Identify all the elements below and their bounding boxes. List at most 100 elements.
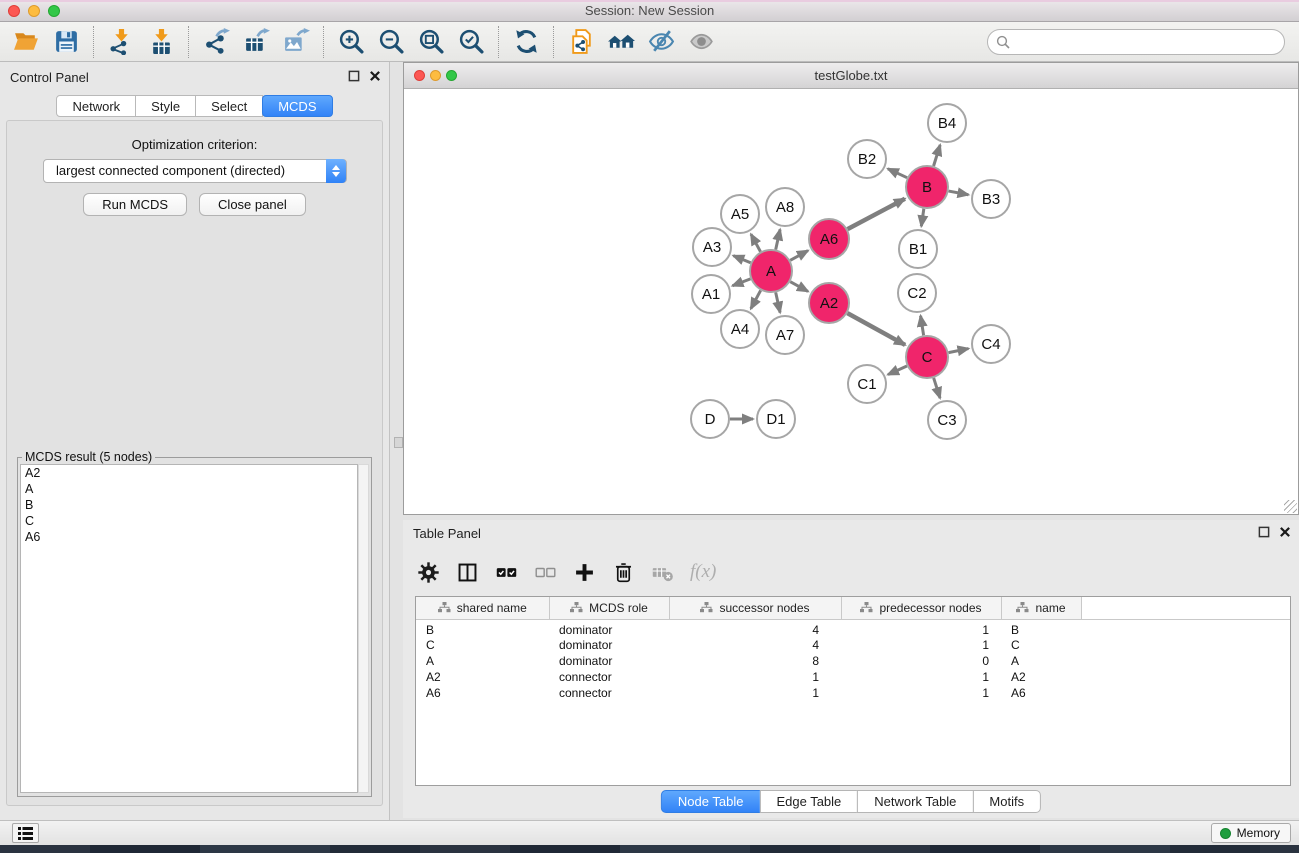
hide-panel-button[interactable] [641, 25, 681, 59]
show-panel-button[interactable] [681, 25, 721, 59]
export-table-button[interactable] [236, 25, 276, 59]
column-header-filler [1081, 597, 1290, 619]
result-list-item[interactable]: A2 [21, 465, 357, 481]
column-header[interactable]: shared name [416, 597, 549, 619]
graph-edge-A-A4[interactable] [751, 290, 761, 308]
graph-edge-C-C2[interactable] [921, 316, 924, 336]
column-header[interactable]: name [1001, 597, 1081, 619]
save-session-button[interactable] [46, 25, 86, 59]
show-columns-button[interactable] [456, 561, 479, 584]
tab-edge-table[interactable]: Edge Table [759, 790, 858, 813]
mcds-result-group: MCDS result (5 nodes) A2ABCA6 [17, 457, 372, 797]
refresh-button[interactable] [506, 25, 546, 59]
tab-network[interactable]: Network [56, 95, 136, 117]
search-box[interactable] [987, 29, 1285, 55]
home-view-button[interactable] [601, 25, 641, 59]
graph-node-label: A5 [731, 206, 749, 223]
delete-table-button[interactable] [651, 561, 674, 584]
session-title: Session: New Session [0, 3, 1299, 18]
criterion-dropdown[interactable]: largest connected component (directed) [43, 159, 347, 183]
network-window-title: testGlobe.txt [404, 68, 1298, 83]
result-list-item[interactable]: B [21, 497, 357, 513]
graph-node-label: B1 [909, 241, 927, 258]
graph-edge-A-A2[interactable] [790, 282, 808, 292]
task-history-button[interactable] [12, 823, 39, 843]
table-row[interactable]: Cdominator41C [416, 637, 1290, 653]
zoom-selected-icon [458, 28, 485, 55]
graph-edge-A-A6[interactable] [790, 251, 808, 261]
refresh-icon [513, 28, 540, 55]
result-list-item[interactable]: A6 [21, 529, 357, 545]
graph-edge-B-B2[interactable] [888, 169, 907, 178]
graph-edge-A-A3[interactable] [733, 256, 750, 263]
tab-node-table[interactable]: Node Table [661, 790, 761, 813]
search-input[interactable] [1016, 34, 1276, 49]
table-settings-button[interactable] [417, 561, 440, 584]
graph-edge-C-C4[interactable] [949, 349, 969, 353]
run-mcds-button[interactable]: Run MCDS [83, 193, 187, 216]
export-network-button[interactable] [196, 25, 236, 59]
zoom-in-icon [338, 28, 365, 55]
list-icon [18, 827, 33, 840]
fx-icon: f(x) [690, 561, 716, 583]
splitter-handle[interactable] [394, 437, 403, 448]
deselect-all-button[interactable] [534, 561, 557, 584]
column-header[interactable]: predecessor nodes [841, 597, 1001, 619]
import-table-button[interactable] [141, 25, 181, 59]
add-column-button[interactable] [573, 561, 596, 584]
graph-edge-C-C3[interactable] [934, 378, 940, 398]
column-header[interactable]: MCDS role [549, 597, 669, 619]
graph-edge-A-A8[interactable] [776, 229, 780, 249]
zoom-selected-button[interactable] [451, 25, 491, 59]
import-network-button[interactable] [101, 25, 141, 59]
graph-edge-B-B1[interactable] [921, 209, 924, 226]
zoom-in-button[interactable] [331, 25, 371, 59]
close-panel-icon[interactable] [369, 70, 381, 82]
graph-edge-B-B4[interactable] [934, 145, 941, 166]
open-session-file-button[interactable] [561, 25, 601, 59]
table-row[interactable]: A6connector11A6 [416, 685, 1290, 701]
unchecked-boxes-icon [534, 561, 557, 584]
zoom-out-button[interactable] [371, 25, 411, 59]
table-row[interactable]: Adominator80A [416, 653, 1290, 669]
result-list-item[interactable]: C [21, 513, 357, 529]
table-row[interactable]: Bdominator41B [416, 619, 1290, 637]
graph-edge-A6-B[interactable] [848, 199, 905, 229]
graph-edge-A-A5[interactable] [751, 234, 761, 251]
float-panel-icon[interactable] [348, 70, 360, 82]
graph-edge-A-A1[interactable] [732, 279, 750, 286]
mcds-tab-content: Optimization criterion: largest connecte… [6, 120, 383, 806]
tab-network-table[interactable]: Network Table [857, 790, 973, 813]
graph-node-label: A7 [776, 327, 794, 344]
result-list-item[interactable]: A [21, 481, 357, 497]
tab-motifs[interactable]: Motifs [972, 790, 1041, 813]
network-graph[interactable]: AA1A2A3A4A5A6A7A8BB1B2B3B4CC1C2C3C4DD1 [404, 90, 1298, 514]
zoom-fit-icon [418, 28, 445, 55]
graph-edge-A2-C[interactable] [847, 313, 905, 345]
export-image-button[interactable] [276, 25, 316, 59]
graph-edge-A-A7[interactable] [776, 292, 780, 312]
close-panel-icon[interactable] [1279, 526, 1291, 538]
graph-edge-C-C1[interactable] [888, 366, 907, 375]
tab-style[interactable]: Style [135, 95, 196, 117]
graph-edge-B-B3[interactable] [949, 191, 969, 195]
result-scrollbar[interactable] [358, 464, 369, 793]
network-canvas[interactable]: AA1A2A3A4A5A6A7A8BB1B2B3B4CC1C2C3C4DD1 [404, 90, 1298, 514]
table-row[interactable]: A2connector11A2 [416, 669, 1290, 685]
network-window-titlebar[interactable]: testGlobe.txt [404, 63, 1298, 89]
import-table-icon [148, 28, 175, 55]
memory-button[interactable]: Memory [1211, 823, 1291, 843]
function-builder-button[interactable]: f(x) [690, 561, 716, 583]
tab-mcds[interactable]: MCDS [262, 95, 332, 117]
column-header[interactable]: successor nodes [669, 597, 841, 619]
delete-column-button[interactable] [612, 561, 635, 584]
zoom-fit-button[interactable] [411, 25, 451, 59]
main-toolbar [0, 22, 1299, 62]
close-panel-button[interactable]: Close panel [199, 193, 306, 216]
tab-select[interactable]: Select [195, 95, 263, 117]
float-panel-icon[interactable] [1258, 526, 1270, 538]
select-all-button[interactable] [495, 561, 518, 584]
resize-grip-icon[interactable] [1284, 500, 1297, 513]
open-session-button[interactable] [6, 25, 46, 59]
graph-node-label: C [922, 349, 933, 366]
